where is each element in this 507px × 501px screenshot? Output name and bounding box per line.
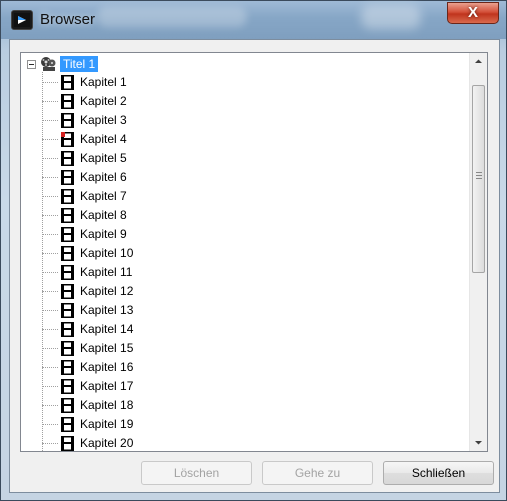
tree-item-label: Kapitel 8	[80, 208, 127, 222]
film-clip-icon	[61, 265, 74, 280]
scrollbar-thumb[interactable]	[472, 85, 485, 273]
film-clip-icon	[61, 227, 74, 242]
tree-root-label: Titel 1	[60, 56, 99, 72]
tree-item-chapter[interactable]: Kapitel 18	[42, 396, 242, 415]
tree-item-chapter[interactable]: Kapitel 2	[42, 92, 242, 111]
goto-button[interactable]: Gehe zu	[262, 461, 373, 485]
film-clip-icon	[61, 379, 74, 394]
tree-item-label: Kapitel 16	[80, 360, 134, 374]
tree-item-chapter[interactable]: Kapitel 10	[42, 244, 242, 263]
tree-item-label: Kapitel 3	[80, 113, 127, 127]
tree-item-label: Kapitel 15	[80, 341, 134, 355]
tree-item-chapter[interactable]: Kapitel 9	[42, 225, 242, 244]
film-clip-icon	[61, 246, 74, 261]
close-window-button[interactable]: X	[447, 2, 499, 24]
film-reel-icon	[41, 57, 56, 71]
tree-item-chapter[interactable]: Kapitel 16	[42, 358, 242, 377]
tree-item-label: Kapitel 10	[80, 246, 134, 260]
tree-item-chapter[interactable]: Kapitel 4	[42, 130, 242, 149]
browser-window: Browser X Titel 1 Kapitel 1 Kapitel 2 Ka…	[0, 0, 507, 501]
tree-item-chapter[interactable]: Kapitel 5	[42, 149, 242, 168]
dialog-body: Titel 1 Kapitel 1 Kapitel 2 Kapitel 3 Kapit…	[9, 39, 500, 493]
tree-item-chapter[interactable]: Kapitel 20	[42, 434, 242, 451]
tree-item-chapter[interactable]: Kapitel 7	[42, 187, 242, 206]
chapter-tree[interactable]: Titel 1 Kapitel 1 Kapitel 2 Kapitel 3 Kapit…	[20, 52, 488, 452]
tree-item-chapter[interactable]: Kapitel 8	[42, 206, 242, 225]
tree-item-label: Kapitel 5	[80, 151, 127, 165]
tree-item-chapter[interactable]: Kapitel 12	[42, 282, 242, 301]
close-button[interactable]: Schließen	[383, 461, 494, 485]
tree-item-label: Kapitel 17	[80, 379, 134, 393]
tree-item-label: Kapitel 6	[80, 170, 127, 184]
film-clip-icon	[61, 360, 74, 375]
tree-item-label: Kapitel 13	[80, 303, 134, 317]
film-clip-icon	[61, 341, 74, 356]
tree-item-chapter[interactable]: Kapitel 14	[42, 320, 242, 339]
film-clip-icon	[61, 398, 74, 413]
film-clip-icon	[61, 436, 74, 451]
tree-item-label: Kapitel 7	[80, 189, 127, 203]
film-clip-icon	[61, 151, 74, 166]
film-clip-icon	[61, 170, 74, 185]
close-icon: X	[467, 4, 478, 21]
film-clip-icon	[61, 208, 74, 223]
film-clip-icon	[61, 113, 74, 128]
film-clip-icon	[61, 284, 74, 299]
film-clip-icon	[61, 94, 74, 109]
collapse-icon[interactable]	[27, 60, 36, 69]
tree-item-label: Kapitel 11	[80, 265, 133, 279]
tree-item-chapter[interactable]: Kapitel 11	[42, 263, 242, 282]
tree-item-chapter[interactable]: Kapitel 6	[42, 168, 242, 187]
film-clip-icon	[61, 75, 74, 90]
film-clip-icon	[61, 189, 74, 204]
tree-item-label: Kapitel 14	[80, 322, 134, 336]
tree-item-label: Kapitel 18	[80, 398, 134, 412]
tree-item-chapter[interactable]: Kapitel 19	[42, 415, 242, 434]
tree-item-chapter[interactable]: Kapitel 13	[42, 301, 242, 320]
tree-item-label: Kapitel 9	[80, 227, 127, 241]
tree-item-label: Kapitel 2	[80, 94, 127, 108]
tree-item-label: Kapitel 20	[80, 436, 134, 450]
title-bar[interactable]: Browser X	[1, 1, 506, 39]
tree-item-chapter[interactable]: Kapitel 1	[42, 73, 242, 92]
tree-item-label: Kapitel 19	[80, 417, 134, 431]
film-clip-icon	[61, 132, 74, 147]
window-title: Browser	[40, 11, 96, 28]
tree-item-label: Kapitel 12	[80, 284, 134, 298]
film-clip-icon	[61, 303, 74, 318]
tree-item-label: Kapitel 1	[80, 75, 127, 89]
film-clip-icon	[61, 322, 74, 337]
scroll-up-icon[interactable]	[470, 53, 487, 70]
vertical-scrollbar[interactable]	[469, 53, 487, 451]
delete-button[interactable]: Löschen	[141, 461, 252, 485]
film-clip-icon	[61, 417, 74, 432]
tree-item-chapter[interactable]: Kapitel 17	[42, 377, 242, 396]
tree-item-label: Kapitel 4	[80, 132, 127, 146]
app-icon	[11, 10, 33, 30]
scroll-down-icon[interactable]	[470, 434, 487, 451]
tree-item-chapter[interactable]: Kapitel 3	[42, 111, 242, 130]
tree-item-chapter[interactable]: Kapitel 15	[42, 339, 242, 358]
